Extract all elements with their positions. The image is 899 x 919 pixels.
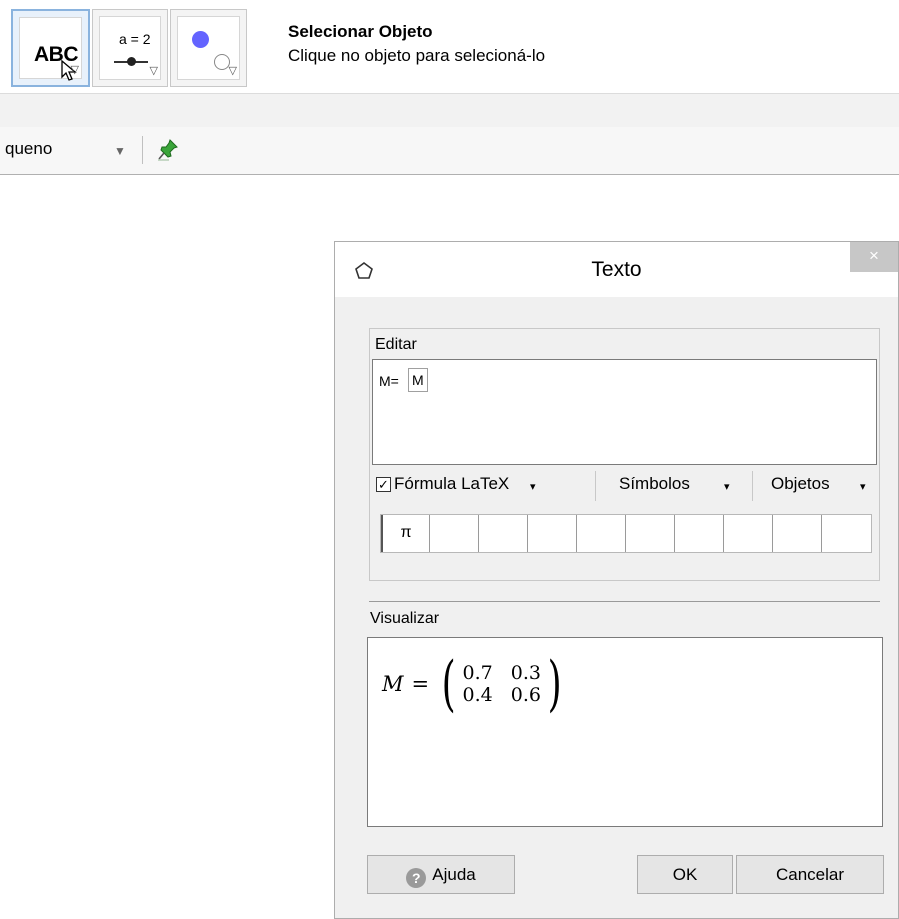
text-dialog: Texto × Editar M= M ✓ Fórmula LaTeX ▾ Sí… [334,241,899,919]
latex-checkbox[interactable]: ✓ [376,477,391,492]
toolbar: ABC ▽ a = 2 ▽ ▽ Selecionar Objeto Clique… [0,0,899,93]
current-tool-help: Clique no objeto para selecioná-lo [288,46,546,65]
symbol-cell[interactable] [626,515,675,552]
matrix-cell: 0.4 [462,684,493,706]
text-tool-button[interactable]: ABC ▽ [11,9,90,87]
symbol-cell[interactable]: π [381,515,430,552]
preview-formula: M = ( 0.7 0.3 0.4 0.6 ) [382,654,566,714]
pin-icon[interactable] [157,138,179,162]
symbol-strip: π [380,514,872,553]
chevron-down-icon[interactable]: ▾ [530,480,536,493]
divider [142,136,143,164]
preview-area: M = ( 0.7 0.3 0.4 0.6 ) [367,637,883,827]
chevron-down-icon[interactable]: ▼ [114,144,126,158]
style-bar: queno ▼ [0,127,899,175]
symbol-cell[interactable] [528,515,577,552]
symbol-cell[interactable] [479,515,528,552]
symbol-cell[interactable] [822,515,871,552]
divider [595,471,596,501]
preview-label: Visualizar [370,610,440,627]
cancel-button[interactable]: Cancelar [736,855,884,894]
edit-text-content: M= [379,373,399,389]
objects-menu[interactable]: Objetos [771,474,830,494]
right-paren: ) [547,649,562,719]
help-icon: ? [406,868,427,888]
checkbox-tool-button[interactable]: ▽ [170,9,247,87]
latex-label[interactable]: Fórmula LaTeX [394,474,509,494]
edit-group: Editar M= M ✓ Fórmula LaTeX ▾ Símbolos ▾… [369,328,880,581]
matrix-cell: 0.6 [510,684,541,706]
current-tool-title: Selecionar Objeto [288,22,433,41]
dialog-titlebar[interactable]: Texto × [335,242,898,297]
matrix-cell: 0.3 [510,662,541,684]
symbol-cell[interactable] [430,515,479,552]
symbol-cell[interactable] [773,515,822,552]
slider-tool-button[interactable]: a = 2 ▽ [92,9,168,87]
symbol-cell[interactable] [577,515,626,552]
symbols-menu[interactable]: Símbolos [619,474,690,494]
help-button-label: Ajuda [432,865,476,884]
chevron-down-icon[interactable]: ▾ [860,480,866,493]
chevron-down-icon[interactable]: ▾ [724,480,730,493]
dialog-title: Texto [591,258,642,281]
point-icon [192,31,209,48]
slider-knob [127,57,136,66]
symbol-cell[interactable] [675,515,724,552]
chevron-down-icon: ▽ [228,65,237,77]
text-size-select[interactable]: queno [5,139,52,159]
matrix: 0.7 0.3 0.4 0.6 [463,662,541,706]
close-button[interactable]: × [850,242,898,272]
divider [752,471,753,501]
object-reference-box[interactable]: M [408,368,428,392]
menubar-strip [0,93,899,128]
left-paren: ( [441,649,456,719]
divider [369,601,880,602]
chevron-down-icon: ▽ [70,64,79,76]
edit-label: Editar [375,336,417,353]
help-button[interactable]: ? Ajuda [367,855,515,894]
matrix-cell: 0.7 [462,662,493,684]
symbol-cell[interactable] [724,515,773,552]
slider-tool-label: a = 2 [119,31,151,47]
ok-button[interactable]: OK [637,855,733,894]
chevron-down-icon: ▽ [149,65,158,77]
formula-lhs: M [382,672,404,696]
edit-text-area[interactable]: M= M [372,359,877,465]
formula-equals: = [411,672,430,696]
